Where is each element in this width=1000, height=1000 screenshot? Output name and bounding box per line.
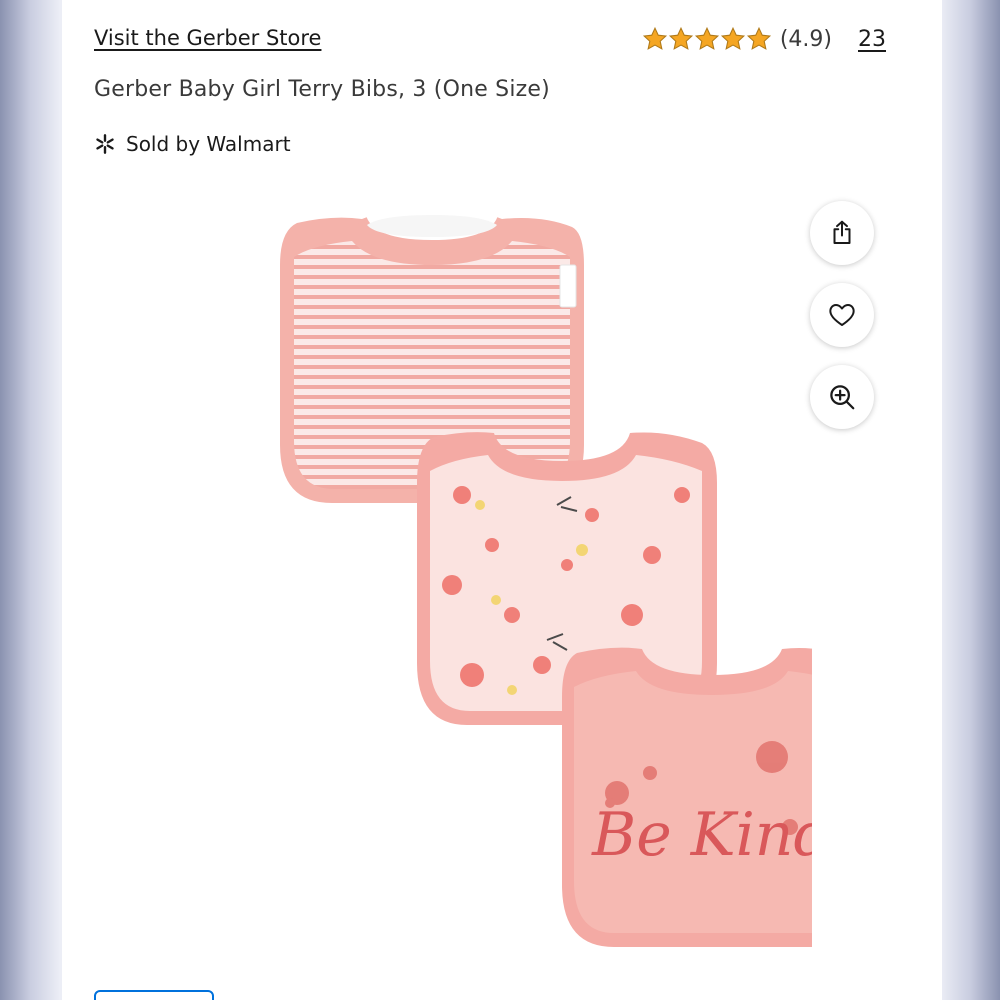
rating-value: (4.9) [779,26,832,52]
product-image[interactable]: Be Kind [212,205,812,955]
thumbnail-2[interactable] [244,990,364,1000]
star-icon [642,26,667,50]
rating-summary[interactable]: (4.9) 23 [642,26,886,52]
product-title: Gerber Baby Girl Terry Bibs, 3 (One Size… [94,77,550,102]
thumbnail-1[interactable] [94,990,214,1000]
star-icon [746,26,771,50]
walmart-spark-icon [96,134,114,154]
review-count-link[interactable]: 23 [858,27,886,52]
thumbnail-strip [94,990,394,1000]
seller-label: Sold by Walmart [126,132,291,156]
star-icon [668,26,693,50]
product-card: Visit the Gerber Store (4.9) 23 Gerber B… [62,0,942,1000]
share-button[interactable] [810,201,874,265]
seller-info: Sold by Walmart [94,132,291,156]
heart-icon [829,304,855,326]
zoom-button[interactable] [810,365,874,429]
favorite-button[interactable] [810,283,874,347]
star-icon [694,26,719,50]
share-icon [833,220,851,244]
bib-text: Be Kind [591,800,812,870]
visit-store-link[interactable]: Visit the Gerber Store [94,26,321,50]
zoom-in-icon [830,385,855,410]
star-rating [642,26,772,52]
be-kind-bib: Be Kind [562,647,812,947]
star-icon [720,26,745,50]
